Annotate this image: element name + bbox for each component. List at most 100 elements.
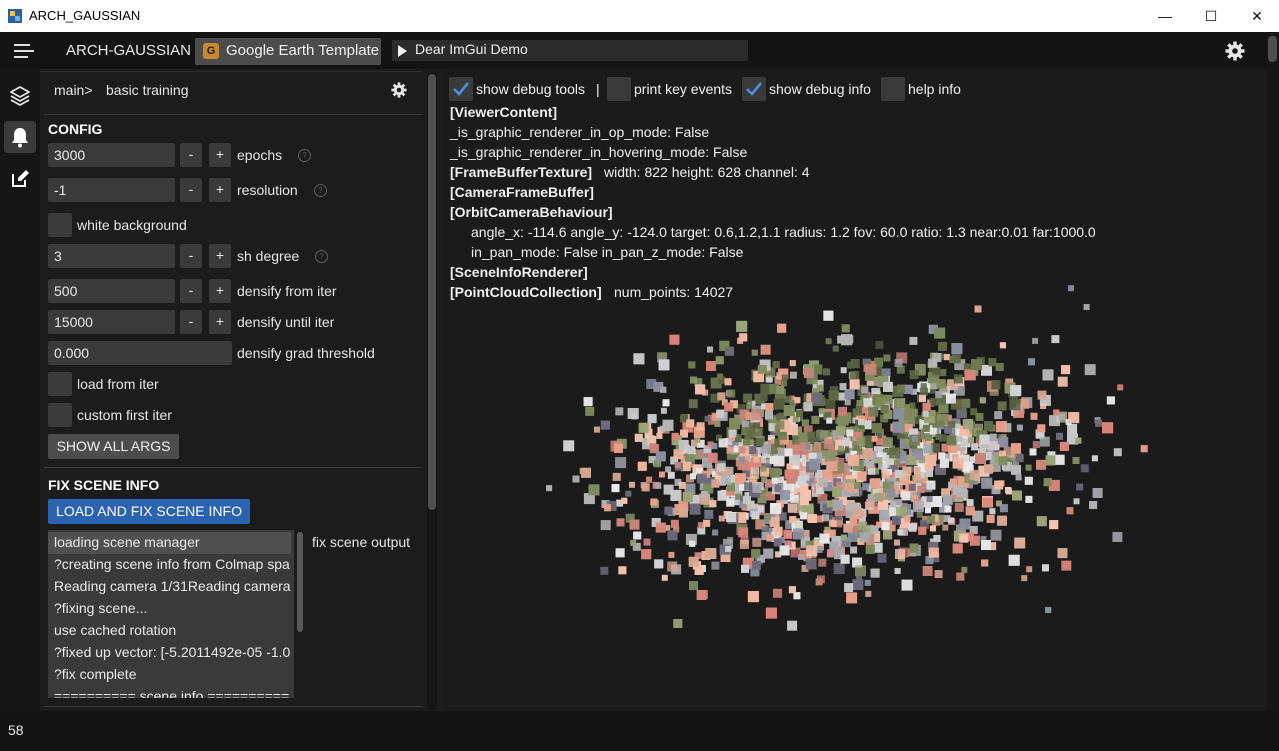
point-splat (919, 394, 926, 402)
template-icon: G (203, 43, 219, 59)
point-splat (715, 356, 724, 365)
point-splat (997, 515, 1007, 526)
densify-from-iter-increment-button[interactable]: + (209, 279, 231, 303)
left-panel-scrollbar[interactable] (428, 74, 436, 510)
tab-google-earth-template[interactable]: G Google Earth Template (195, 38, 381, 65)
point-splat (690, 473, 697, 480)
gear-icon[interactable] (1225, 41, 1245, 61)
point-splat (849, 517, 858, 526)
fix-scene-output-log[interactable]: loading scene manager ?creating scene in… (48, 530, 294, 698)
layers-button[interactable] (4, 80, 36, 112)
point-splat (662, 399, 670, 407)
show-all-args-button[interactable]: SHOW ALL ARGS (48, 434, 179, 459)
point-splat (736, 320, 748, 332)
point-splat (938, 420, 945, 427)
point-splat (974, 453, 986, 464)
point-splat (669, 334, 680, 345)
densify-from-iter-decrement-button[interactable]: - (180, 279, 202, 303)
point-splat (932, 353, 942, 362)
point-splat (718, 515, 725, 522)
densify-from-iter-input[interactable]: 500 (48, 279, 175, 303)
densify-until-iter-decrement-button[interactable]: - (180, 310, 202, 334)
point-splat (1072, 457, 1080, 464)
epochs-input[interactable]: 3000 (48, 143, 175, 167)
help-icon[interactable]: ? (315, 250, 328, 263)
point-splat (933, 535, 941, 542)
point-splat (711, 479, 720, 488)
point-splat (840, 534, 847, 541)
point-splat (689, 540, 696, 547)
edit-button[interactable] (4, 163, 36, 195)
point-splat (766, 534, 774, 542)
point-splat (841, 324, 850, 333)
close-button[interactable]: ✕ (1234, 0, 1279, 32)
point-splat (995, 421, 1007, 433)
minimize-button[interactable]: — (1142, 0, 1188, 32)
show-debug-tools-checkbox[interactable] (449, 77, 473, 101)
point-splat (674, 462, 681, 469)
notifications-button[interactable] (4, 121, 36, 153)
minimize-icon: — (1158, 8, 1172, 24)
point-splat (934, 570, 943, 579)
point-splat (563, 440, 575, 452)
point-splat (943, 354, 950, 361)
point-splat (1042, 369, 1054, 381)
point-splat (1045, 607, 1052, 613)
point-splat (903, 409, 915, 421)
point-splat (805, 558, 817, 570)
white-background-label: white background (77, 217, 187, 233)
resolution-decrement-button[interactable]: - (180, 178, 202, 202)
point-splat (581, 467, 591, 478)
sh-degree-input[interactable]: 3 (48, 244, 175, 268)
point-splat (690, 376, 697, 384)
densify-until-iter-input[interactable]: 15000 (48, 310, 175, 334)
print-key-events-checkbox[interactable] (607, 77, 631, 101)
window-scrollbar[interactable] (1268, 36, 1277, 62)
hamburger-icon[interactable] (14, 44, 34, 58)
point-splat (696, 422, 705, 431)
point-splat (716, 409, 725, 418)
point-splat (717, 392, 726, 401)
resolution-input[interactable]: -1 (48, 178, 175, 202)
densify-grad-threshold-input[interactable]: 0.000 (48, 341, 232, 365)
tab-dear-imgui-demo[interactable]: Dear ImGui Demo (392, 40, 748, 61)
custom-first-iter-checkbox[interactable] (48, 403, 72, 427)
sh-degree-decrement-button[interactable]: - (180, 244, 202, 268)
densify-until-iter-increment-button[interactable]: + (209, 310, 231, 334)
point-splat (673, 449, 684, 460)
point-splat (1112, 532, 1123, 542)
epochs-decrement-button[interactable]: - (180, 143, 202, 167)
point-splat (879, 509, 891, 521)
point-splat (867, 461, 874, 468)
breadcrumb-root[interactable]: main> (54, 82, 93, 98)
maximize-button[interactable]: ☐ (1188, 0, 1234, 32)
point-splat (729, 418, 741, 430)
point-splat (896, 399, 905, 407)
show-debug-info-checkbox[interactable] (742, 77, 766, 101)
point-splat (914, 474, 921, 482)
point-splat (769, 456, 778, 464)
help-info-checkbox[interactable] (881, 77, 905, 101)
epochs-increment-button[interactable]: + (209, 143, 231, 167)
point-splat (945, 393, 956, 404)
point-splat (646, 476, 653, 483)
point-splat (1015, 474, 1022, 481)
3d-viewport[interactable]: show debug tools | print key events show… (441, 69, 1267, 711)
point-splat (862, 483, 870, 491)
white-background-checkbox[interactable] (48, 213, 72, 237)
point-splat (787, 620, 798, 631)
load-from-iter-checkbox[interactable] (48, 372, 72, 396)
resolution-increment-button[interactable]: + (209, 178, 231, 202)
load-and-fix-scene-info-button[interactable]: LOAD AND FIX SCENE INFO (48, 499, 250, 524)
log-scrollbar[interactable] (297, 532, 303, 632)
sh-degree-increment-button[interactable]: + (209, 244, 231, 268)
point-splat (1010, 385, 1022, 397)
app-name[interactable]: ARCH-GAUSSIAN (66, 42, 191, 59)
help-icon[interactable]: ? (314, 184, 327, 197)
point-splat (1076, 483, 1084, 491)
help-icon[interactable]: ? (298, 149, 311, 162)
gear-icon[interactable] (391, 82, 407, 98)
point-splat (1057, 376, 1068, 387)
layers-icon (10, 86, 30, 106)
point-splat (953, 485, 964, 495)
